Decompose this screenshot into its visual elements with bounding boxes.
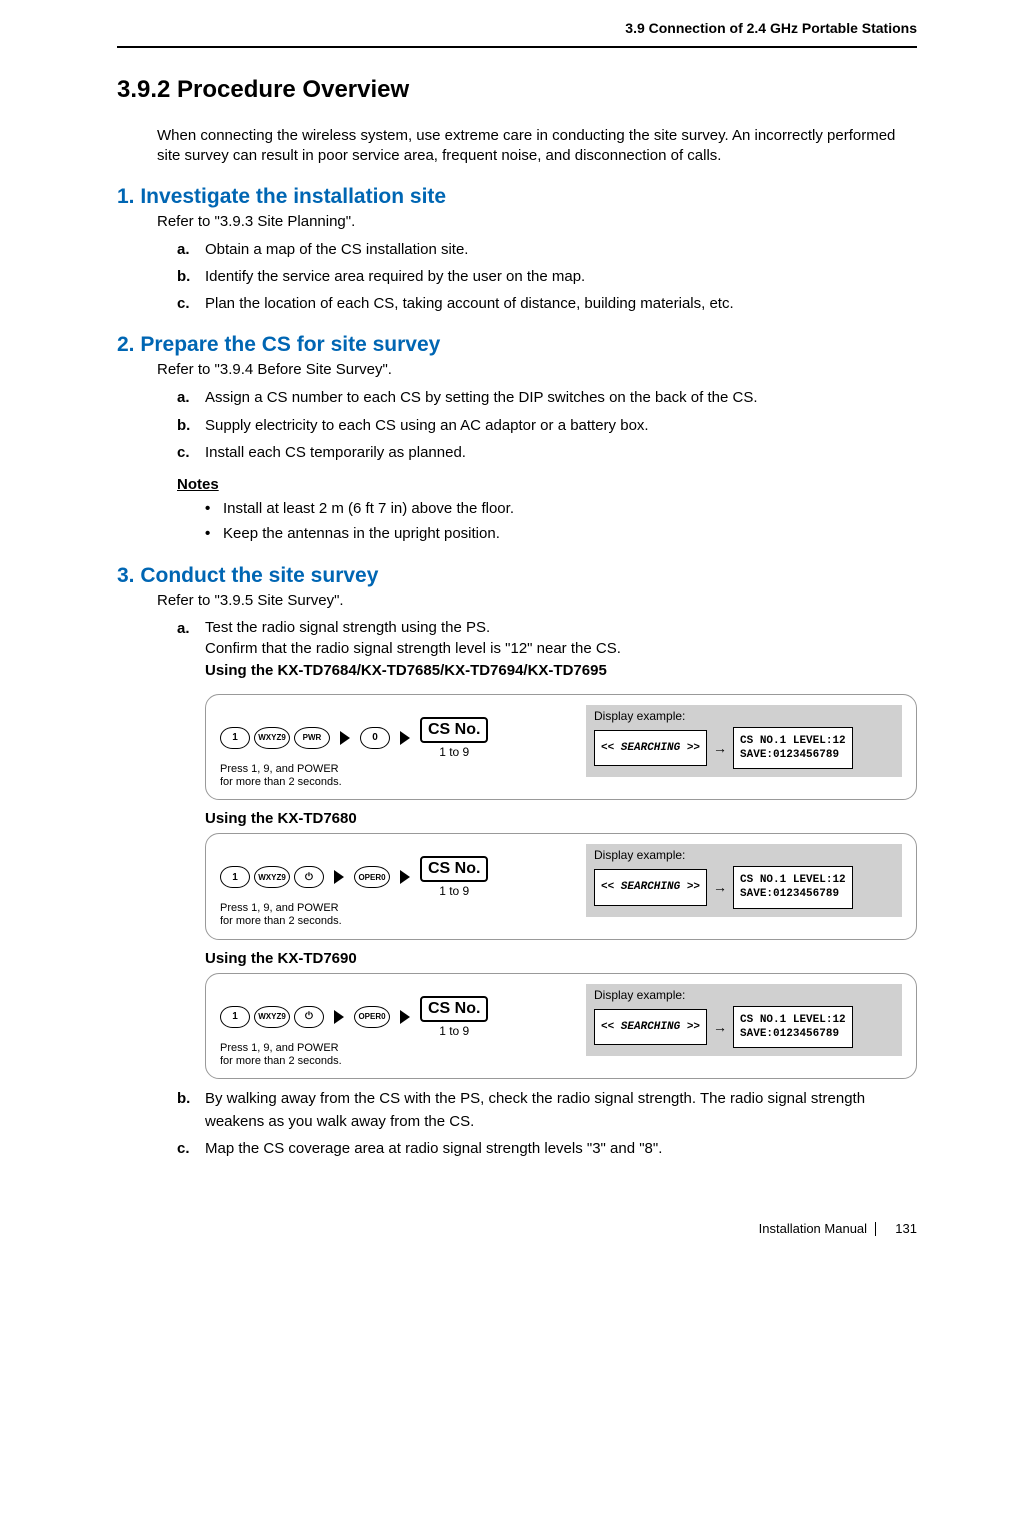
step1-c: Plan the location of each CS, taking acc… [205, 295, 734, 312]
display-example: Display example: << SEARCHING >> → CS NO… [586, 984, 902, 1057]
page-footer: Installation Manual 131 [117, 1221, 917, 1237]
step2-b: Supply electricity to each CS using an A… [205, 417, 649, 434]
step3-a-bold: Using the KX-TD7684/KX-TD7685/KX-TD7694/… [205, 660, 917, 682]
section-header: 3.9 Connection of 2.4 GHz Portable Stati… [117, 20, 917, 36]
talk-key-icon: ⏻ [294, 1006, 324, 1028]
notes-heading: Notes [177, 476, 917, 493]
step3-c: Map the CS coverage area at radio signal… [205, 1140, 662, 1157]
cs-no-range: 1 to 9 [439, 884, 469, 898]
step2-list: a.Assign a CS number to each CS by setti… [177, 386, 917, 464]
key-1-icon: 1 [220, 866, 250, 888]
step1-list: a.Obtain a map of the CS installation si… [177, 238, 917, 316]
step2-refer: Refer to "3.9.4 Before Site Survey". [157, 361, 917, 378]
step3-heading: 3. Conduct the site survey [117, 564, 917, 588]
footer-manual: Installation Manual [759, 1221, 867, 1236]
display-example: Display example: << SEARCHING >> → CS NO… [586, 705, 902, 778]
lcd-searching: << SEARCHING >> [594, 1009, 707, 1045]
procedure-diagram-2: 1 WXYZ9 ⏻ OPER0 CS No. 1 to 9 Press 1, 9… [205, 833, 917, 939]
list-item: c.Map the CS coverage area at radio sign… [177, 1137, 917, 1160]
step3-list-cont: b.By walking away from the CS with the P… [177, 1087, 917, 1161]
key-sequence: 1 WXYZ9 ⏻ [220, 866, 324, 888]
list-item: b.By walking away from the CS with the P… [177, 1087, 917, 1134]
cs-no-box: CS No. [420, 856, 488, 882]
note-item: Install at least 2 m (6 ft 7 in) above t… [205, 497, 917, 520]
key-9-icon: WXYZ9 [254, 866, 290, 888]
lcd-searching: << SEARCHING >> [594, 869, 707, 905]
step1-heading: 1. Investigate the installation site [117, 185, 917, 209]
chevron-right-icon [340, 731, 350, 745]
chevron-right-icon [400, 1010, 410, 1024]
step2-a: Assign a CS number to each CS by setting… [205, 389, 758, 406]
list-item: c.Plan the location of each CS, taking a… [177, 292, 917, 315]
cs-no-box: CS No. [420, 996, 488, 1022]
list-item: b.Identify the service area required by … [177, 265, 917, 288]
lcd-result: CS NO.1 LEVEL:12 SAVE:0123456789 [733, 727, 853, 770]
key-1-icon: 1 [220, 727, 250, 749]
display-label: Display example: [594, 709, 894, 723]
step3-a-line2: Confirm that the radio signal strength l… [205, 638, 917, 660]
list-item: a.Obtain a map of the CS installation si… [177, 238, 917, 261]
intro-paragraph: When connecting the wireless system, use… [157, 126, 917, 167]
cs-no-box: CS No. [420, 717, 488, 743]
chevron-right-icon [334, 870, 344, 884]
talk-key-icon: ⏻ [294, 866, 324, 888]
key-9-icon: WXYZ9 [254, 1006, 290, 1028]
key-sequence: 1 WXYZ9 ⏻ [220, 1006, 324, 1028]
display-label: Display example: [594, 848, 894, 862]
step3-a-line1: Test the radio signal strength using the… [205, 617, 917, 639]
lcd-searching: << SEARCHING >> [594, 730, 707, 766]
key-9-icon: WXYZ9 [254, 727, 290, 749]
display-example: Display example: << SEARCHING >> → CS NO… [586, 844, 902, 917]
step1-b: Identify the service area required by th… [205, 268, 585, 285]
list-item: a.Assign a CS number to each CS by setti… [177, 386, 917, 409]
key-0-icon: 0 [360, 727, 390, 749]
step1-refer: Refer to "3.9.3 Site Planning". [157, 213, 917, 230]
press-note: Press 1, 9, and POWER for more than 2 se… [220, 1042, 342, 1068]
list-item: a. Test the radio signal strength using … [177, 617, 917, 682]
step3-list: a. Test the radio signal strength using … [177, 617, 917, 682]
chevron-right-icon [334, 1010, 344, 1024]
cs-no-range: 1 to 9 [439, 1024, 469, 1038]
step3-b: By walking away from the CS with the PS,… [205, 1090, 865, 1130]
chevron-right-icon [400, 731, 410, 745]
step2-heading: 2. Prepare the CS for site survey [117, 333, 917, 357]
arrow-right-icon: → [713, 879, 727, 895]
arrow-right-icon: → [713, 740, 727, 756]
step3-refer: Refer to "3.9.5 Site Survey". [157, 592, 917, 609]
header-rule [117, 46, 917, 48]
step1-a: Obtain a map of the CS installation site… [205, 241, 468, 258]
diagram3-title: Using the KX-TD7690 [205, 950, 917, 967]
oper-0-key-icon: OPER0 [354, 1006, 390, 1028]
footer-divider-icon [875, 1222, 876, 1236]
page-title: 3.9.2 Procedure Overview [117, 76, 917, 104]
cs-no-range: 1 to 9 [439, 745, 469, 759]
footer-page-number: 131 [895, 1221, 917, 1236]
arrow-right-icon: → [713, 1019, 727, 1035]
diagram2-title: Using the KX-TD7680 [205, 810, 917, 827]
press-note: Press 1, 9, and POWER for more than 2 se… [220, 902, 342, 928]
key-1-icon: 1 [220, 1006, 250, 1028]
display-label: Display example: [594, 988, 894, 1002]
procedure-diagram-1: 1 WXYZ9 PWR 0 CS No. 1 to 9 Press 1, 9, … [205, 694, 917, 800]
list-item: b.Supply electricity to each CS using an… [177, 414, 917, 437]
lcd-result: CS NO.1 LEVEL:12 SAVE:0123456789 [733, 866, 853, 909]
step2-c: Install each CS temporarily as planned. [205, 444, 466, 461]
oper-0-key-icon: OPER0 [354, 866, 390, 888]
key-sequence: 1 WXYZ9 PWR [220, 727, 330, 749]
notes-list: Install at least 2 m (6 ft 7 in) above t… [205, 497, 917, 546]
list-item: c.Install each CS temporarily as planned… [177, 441, 917, 464]
press-note: Press 1, 9, and POWER for more than 2 se… [220, 763, 342, 789]
procedure-diagram-3: 1 WXYZ9 ⏻ OPER0 CS No. 1 to 9 Press 1, 9… [205, 973, 917, 1079]
note-item: Keep the antennas in the upright positio… [205, 522, 917, 545]
chevron-right-icon [400, 870, 410, 884]
lcd-result: CS NO.1 LEVEL:12 SAVE:0123456789 [733, 1006, 853, 1049]
power-key-icon: PWR [294, 727, 330, 749]
